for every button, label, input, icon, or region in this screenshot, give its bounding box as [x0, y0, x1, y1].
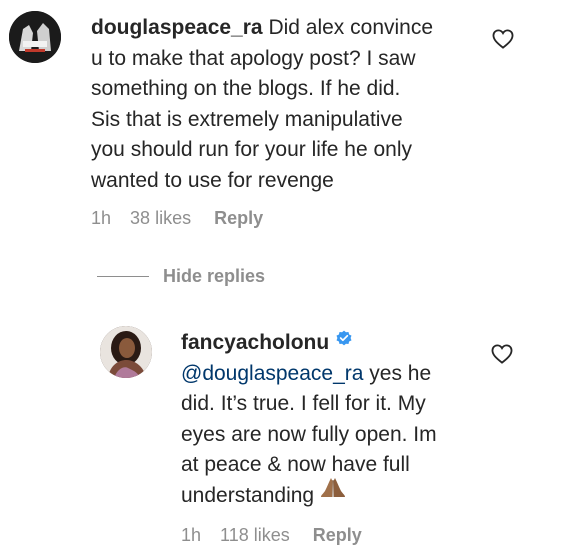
reply-button[interactable]: Reply [214, 208, 263, 229]
comment-username[interactable]: fancyacholonu [181, 331, 329, 354]
comment-likes[interactable]: 38 likes [130, 208, 191, 229]
comment-body: douglaspeace_ra Did alex convince u to m… [91, 13, 471, 196]
avatar-image [9, 11, 61, 63]
avatar-image [100, 326, 152, 378]
comment-text-line: eyes are now fully open. Im [181, 422, 437, 446]
comment-text-line: at peace & now have full [181, 453, 410, 476]
folded-hands-icon [320, 477, 346, 509]
comment-meta: 1h 38 likes Reply [91, 208, 263, 229]
comment-text-line: Sis that is extremely manipulative [91, 107, 403, 131]
comment-text-line: did. It’s true. I fell for it. My [181, 392, 426, 415]
comment-text-line: Did alex convince [268, 16, 434, 39]
verified-badge-icon [335, 326, 353, 357]
comment-time: 1h [181, 525, 202, 545]
reply-button[interactable]: Reply [313, 525, 362, 546]
comment-text-line: yes he [369, 361, 432, 385]
comment-text-line: u to make that apology post? I saw [91, 46, 416, 70]
comment-text-line: understanding [181, 483, 315, 507]
comment-text-line: you should run for your life he only [91, 138, 413, 161]
comment-likes[interactable]: 118 likes [220, 525, 290, 546]
hide-replies-label: Hide replies [163, 266, 266, 286]
comment-body: fancyacholonu @douglaspeace_ra yes he di… [181, 328, 481, 511]
comment-text-line: wanted to use for revenge [91, 168, 334, 192]
comment-text-line: something on the blogs. If he did. [91, 77, 401, 100]
comment-username[interactable]: douglaspeace_ra [91, 16, 263, 39]
heart-outline-icon[interactable] [492, 29, 514, 49]
mention-link[interactable]: @douglaspeace_ra [181, 362, 363, 385]
hide-replies-button[interactable]: Hide replies [97, 266, 265, 287]
avatar[interactable] [100, 326, 152, 378]
avatar[interactable] [9, 11, 61, 63]
heart-outline-icon[interactable] [491, 344, 513, 364]
comment-meta: 1h 118 likes Reply [181, 525, 362, 546]
divider [97, 276, 149, 277]
comment-time: 1h [91, 208, 112, 228]
